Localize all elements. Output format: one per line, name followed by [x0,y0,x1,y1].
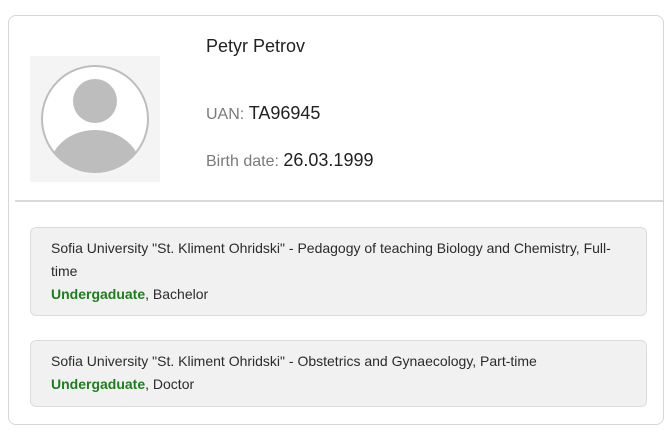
education-level: Undergaduate [51,286,146,302]
birth-date-label: Birth date: [206,153,279,170]
birth-date-value: 26.03.1999 [283,150,374,170]
avatar [30,56,160,182]
education-level: Undergaduate [51,376,146,392]
section-divider [15,200,663,202]
user-avatar-icon [41,65,149,173]
uan-value: TA96945 [248,103,321,123]
education-qualification: Undergaduate, Bachelor [51,283,626,306]
qualification-separator: , [145,376,153,392]
birth-date-field: Birth date: 26.03.1999 [206,150,373,171]
education-qualification: Undergaduate, Doctor [51,373,626,396]
education-item: Sofia University "St. Kliment Ohridski" … [30,340,647,407]
student-card: Petyr Petrov UAN: TA96945 Birth date: 26… [8,15,664,425]
qualification-separator: , [145,286,153,302]
education-degree: Bachelor [152,286,209,302]
education-program: Sofia University "St. Kliment Ohridski" … [51,240,611,279]
education-degree: Doctor [152,376,195,392]
uan-field: UAN: TA96945 [206,103,320,124]
education-program: Sofia University "St. Kliment Ohridski" … [51,353,537,369]
student-name: Petyr Petrov [206,36,306,56]
education-item: Sofia University "St. Kliment Ohridski" … [30,227,647,316]
uan-label: UAN: [206,106,245,123]
